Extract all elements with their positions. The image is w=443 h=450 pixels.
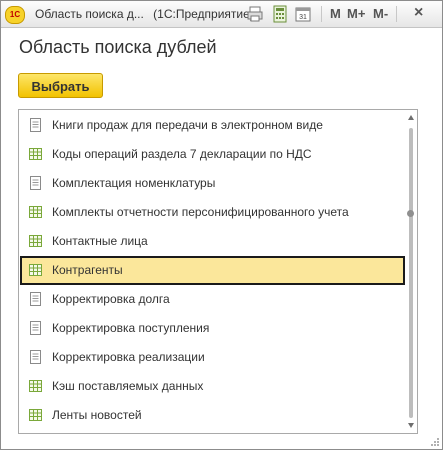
- window-app-name: (1С:Предприятие): [153, 7, 254, 21]
- window-title: Область поиска д... (1С:Предприятие): [35, 7, 254, 21]
- list-item[interactable]: Корректировка реализации: [20, 343, 405, 372]
- list-item[interactable]: Ленты новостей: [20, 401, 405, 430]
- list-item-label: Корректировка долга: [52, 292, 170, 306]
- list-item[interactable]: Кэш поставляемых данных: [20, 372, 405, 401]
- scroll-track[interactable]: [409, 128, 413, 418]
- list-item-label: Коды операций раздела 7 декларации по НД…: [52, 147, 312, 161]
- list-item-label: Книги продаж для передачи в электронном …: [52, 118, 323, 132]
- dialog-window: 1С Область поиска д... (1С:Предприятие) …: [0, 0, 443, 450]
- scroll-up-icon[interactable]: [407, 114, 415, 122]
- list-item[interactable]: Корректировка долга: [20, 285, 405, 314]
- table-icon: [29, 206, 42, 218]
- memory-button[interactable]: M: [330, 6, 341, 21]
- print-icon[interactable]: [246, 5, 264, 23]
- vertical-scrollbar[interactable]: [405, 110, 417, 433]
- close-button[interactable]: ×: [414, 4, 423, 22]
- scroll-thumb[interactable]: [407, 210, 414, 217]
- scroll-down-icon[interactable]: [407, 421, 415, 429]
- calculator-icon[interactable]: [271, 5, 289, 23]
- list-item-label: Комплекты отчетности персонифицированног…: [52, 205, 349, 219]
- list-item[interactable]: Книги продаж для передачи в электронном …: [20, 111, 405, 140]
- document-icon: [30, 176, 41, 190]
- search-area-list[interactable]: Книги продаж для передачи в электронном …: [18, 109, 418, 434]
- table-icon: [29, 409, 42, 421]
- resize-grip-icon[interactable]: [430, 437, 440, 447]
- document-icon: [30, 118, 41, 132]
- page-title: Область поиска дублей: [19, 37, 217, 57]
- app-logo-icon: 1С: [5, 6, 25, 24]
- list-item[interactable]: Корректировка поступления: [20, 314, 405, 343]
- list-item-label: Комплектация номенклатуры: [52, 176, 216, 190]
- list-item-label: Контактные лица: [52, 234, 148, 248]
- list-item[interactable]: Коды операций раздела 7 декларации по НД…: [20, 140, 405, 169]
- list-item-label: Контрагенты: [52, 263, 123, 277]
- list-item-label: Ленты новостей: [52, 408, 142, 422]
- toolbar-separator: [321, 6, 322, 22]
- title-bar[interactable]: 1С Область поиска д... (1С:Предприятие) …: [1, 1, 442, 28]
- table-icon: [29, 380, 42, 392]
- document-icon: [30, 350, 41, 364]
- window-title-text: Область поиска д...: [35, 7, 144, 21]
- list-item[interactable]: Контактные лица: [20, 227, 405, 256]
- list-item-label: Кэш поставляемых данных: [52, 379, 204, 393]
- list-item-selected[interactable]: Контрагенты: [20, 256, 405, 285]
- list-item-label: Корректировка поступления: [52, 321, 210, 335]
- table-icon: [29, 264, 42, 276]
- table-icon: [29, 235, 42, 247]
- table-icon: [29, 148, 42, 160]
- document-icon: [30, 321, 41, 335]
- choose-button[interactable]: Выбрать: [18, 73, 103, 98]
- list-item[interactable]: Комплекты отчетности персонифицированног…: [20, 198, 405, 227]
- list-item-label: Корректировка реализации: [52, 350, 205, 364]
- svg-text:31: 31: [299, 14, 307, 21]
- memory-plus-button[interactable]: M+: [347, 6, 365, 21]
- document-icon: [30, 292, 41, 306]
- toolbar-separator: [396, 6, 397, 22]
- list-item[interactable]: Комплектация номенклатуры: [20, 169, 405, 198]
- calendar-icon[interactable]: 31: [294, 5, 312, 23]
- memory-minus-button[interactable]: M-: [373, 6, 388, 21]
